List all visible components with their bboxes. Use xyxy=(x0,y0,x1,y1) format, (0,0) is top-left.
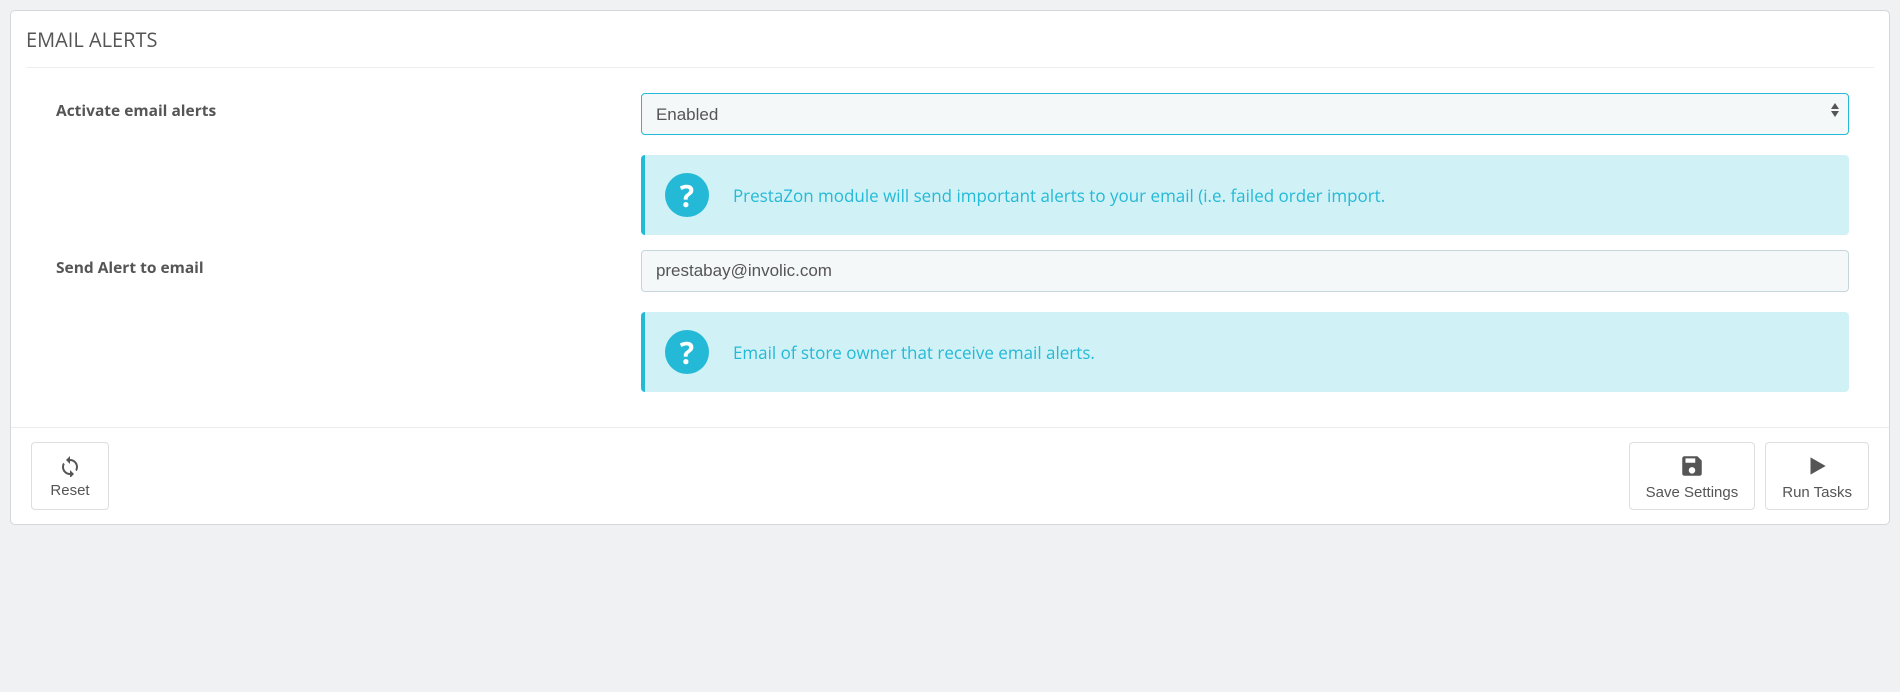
refresh-icon xyxy=(56,453,84,477)
sendto-help: ? Email of store owner that receive emai… xyxy=(641,312,1849,392)
run-button[interactable]: Run Tasks xyxy=(1765,442,1869,510)
form-group-sendto: Send Alert to email ? Email of store own… xyxy=(41,250,1859,392)
form-group-activate: Activate email alerts Enabled ? PrestaZo… xyxy=(41,93,1859,235)
save-icon xyxy=(1678,453,1706,479)
save-button[interactable]: Save Settings xyxy=(1629,442,1756,510)
run-label: Run Tasks xyxy=(1782,484,1852,501)
panel-title: EMAIL ALERTS xyxy=(26,26,1874,68)
reset-label: Reset xyxy=(50,482,89,499)
activate-label: Activate email alerts xyxy=(41,93,641,235)
activate-help: ? PrestaZon module will send important a… xyxy=(641,155,1849,235)
play-icon xyxy=(1804,453,1830,479)
sendto-field: ? Email of store owner that receive emai… xyxy=(641,250,1859,392)
activate-field: Enabled ? PrestaZon module will send imp… xyxy=(641,93,1859,235)
footer-right: Save Settings Run Tasks xyxy=(1629,442,1869,510)
sendto-help-text: Email of store owner that receive email … xyxy=(733,341,1095,364)
panel-footer: Reset Save Settings Run Tasks xyxy=(11,427,1889,524)
reset-button[interactable]: Reset xyxy=(31,442,109,510)
help-icon: ? xyxy=(665,330,709,374)
activate-select[interactable]: Enabled xyxy=(641,93,1849,135)
email-alerts-panel: EMAIL ALERTS Activate email alerts Enabl… xyxy=(10,10,1890,525)
help-icon: ? xyxy=(665,173,709,217)
form-body: Activate email alerts Enabled ? PrestaZo… xyxy=(31,83,1869,427)
save-label: Save Settings xyxy=(1646,484,1739,501)
sendto-label: Send Alert to email xyxy=(41,250,641,392)
activate-help-text: PrestaZon module will send important ale… xyxy=(733,184,1385,207)
activate-select-wrap: Enabled xyxy=(641,93,1849,135)
sendto-input[interactable] xyxy=(641,250,1849,292)
